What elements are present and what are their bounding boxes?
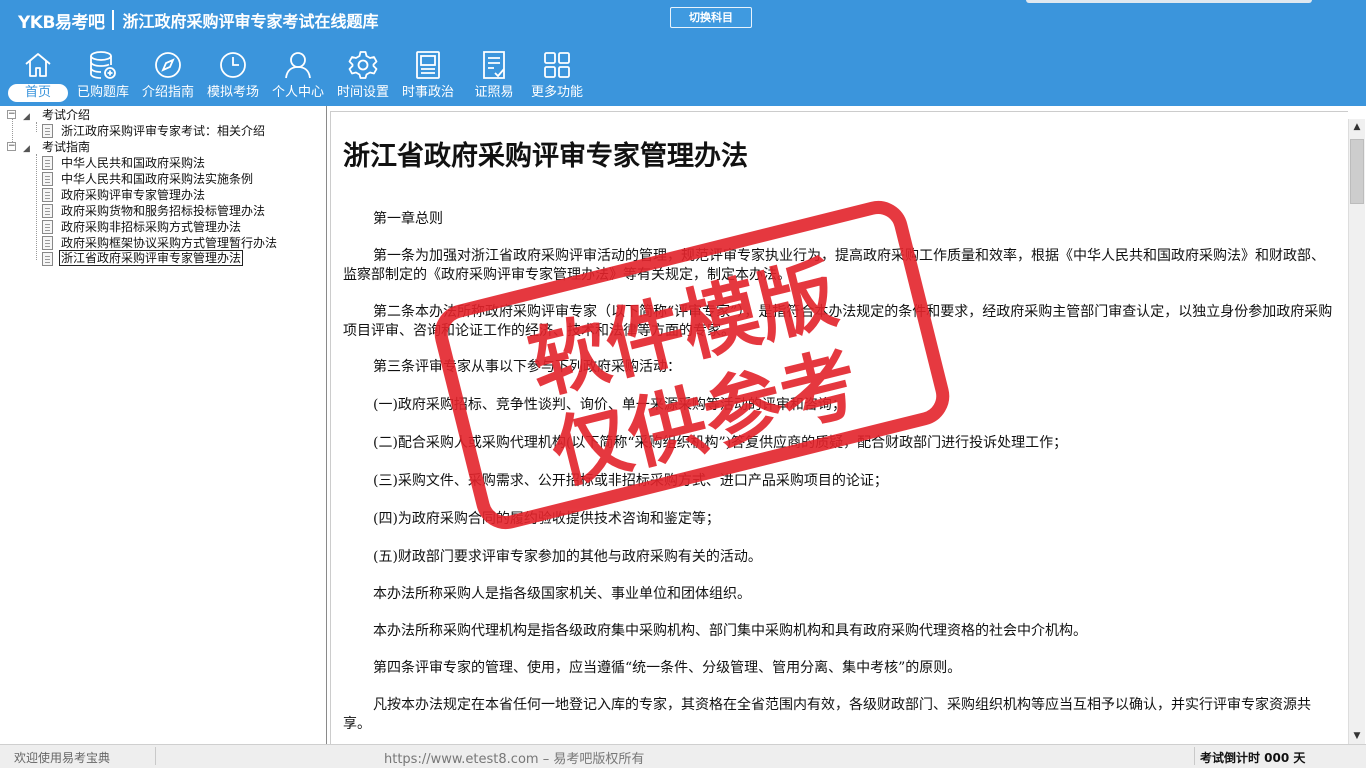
tree-item-label: 浙江省政府采购评审专家管理办法 bbox=[59, 250, 244, 266]
collapse-icon[interactable]: − bbox=[7, 110, 16, 119]
nav-time-settings-label: 时间设置 bbox=[336, 85, 389, 100]
status-divider bbox=[155, 747, 156, 765]
tree-item-label: 政府采购评审专家管理办法 bbox=[61, 188, 206, 202]
document-paragraph: 凡按本办法规定在本省任何一地登记入库的专家，其资格在全省范围内有效，各级财政部门… bbox=[343, 697, 1311, 732]
nav-current-affairs[interactable]: 时事政治 bbox=[396, 46, 460, 104]
nav-profile[interactable]: 个人中心 bbox=[266, 46, 330, 104]
gear-icon bbox=[347, 49, 379, 81]
scroll-thumb[interactable] bbox=[1350, 139, 1364, 204]
tree-item-label: 中华人民共和国政府采购法 bbox=[61, 156, 206, 170]
tree-item-label: 浙江政府采购评审专家考试：相关介绍 bbox=[61, 124, 266, 138]
nav-profile-label: 个人中心 bbox=[271, 85, 324, 100]
tree-group-exam-intro[interactable]: − ◢ 考试介绍 bbox=[0, 107, 320, 123]
document-icon bbox=[42, 172, 53, 186]
tree-item-selected[interactable]: 浙江省政府采购评审专家管理办法 bbox=[0, 250, 320, 267]
tree-item[interactable]: 中华人民共和国政府采购法 bbox=[0, 155, 320, 171]
checklist-icon bbox=[478, 49, 510, 81]
app-title: 浙江政府采购评审专家考试在线题库 bbox=[122, 12, 379, 31]
chapter-tree: − ◢ 考试介绍 浙江政府采购评审专家考试：相关介绍 − ◢ 考试指南 中华人民… bbox=[0, 106, 327, 744]
document-paragraph: 本办法所称采购人是指各级国家机关、事业单位和团体组织。 bbox=[373, 586, 751, 602]
document-scrollbar[interactable]: ▲ ▼ bbox=[1348, 119, 1365, 744]
document-icon bbox=[42, 252, 53, 266]
nav-time-settings[interactable]: 时间设置 bbox=[331, 46, 395, 104]
scroll-down-icon[interactable]: ▼ bbox=[1349, 728, 1365, 744]
tree-item[interactable]: 中华人民共和国政府采购法实施条例 bbox=[0, 171, 320, 187]
tree-group-exam-guide[interactable]: − ◢ 考试指南 bbox=[0, 139, 320, 155]
exam-countdown: 考试倒计时 000 天 bbox=[1200, 751, 1306, 765]
main-nav: 首页 已购题库 介绍指南 模拟考场 个人中心 时间设置 时事政治 证照易 更多功… bbox=[0, 46, 640, 104]
document-paragraph: 本办法所称采购代理机构是指各级政府集中采购机构、部门集中采购机构和具有政府采购代… bbox=[373, 623, 1087, 639]
document-icon bbox=[42, 204, 53, 218]
nav-purchased-banks[interactable]: 已购题库 bbox=[70, 46, 136, 104]
status-bar: 欢迎使用易考宝典 https://www.etest8.com – 易考吧版权所… bbox=[0, 744, 1366, 768]
brand-divider bbox=[112, 10, 115, 30]
document-icon bbox=[42, 124, 53, 138]
news-icon bbox=[412, 49, 444, 81]
document-paragraph: 第四条评审专家的管理、使用，应当遵循“统一条件、分级管理、管用分离、集中考核”的… bbox=[373, 660, 962, 676]
document-title: 浙江省政府采购评审专家管理办法 bbox=[343, 141, 748, 172]
window-decoration bbox=[1026, 0, 1312, 3]
tree-item[interactable]: 浙江政府采购评审专家考试：相关介绍 bbox=[0, 123, 320, 139]
tree-item-label: 中华人民共和国政府采购法实施条例 bbox=[61, 172, 254, 186]
nav-purchased-banks-label: 已购题库 bbox=[76, 85, 129, 100]
nav-guide[interactable]: 介绍指南 bbox=[136, 46, 200, 104]
tree-item[interactable]: 政府采购非招标采购方式管理办法 bbox=[0, 219, 320, 235]
tree-item-label: 政府采购框架协议采购方式管理暂行办法 bbox=[61, 236, 278, 250]
collapse-icon[interactable]: − bbox=[7, 142, 16, 151]
nav-home[interactable]: 首页 bbox=[0, 46, 76, 104]
status-welcome: 欢迎使用易考宝典 bbox=[14, 751, 111, 765]
nav-mock-exam-label: 模拟考场 bbox=[206, 85, 259, 100]
nav-certificate[interactable]: 证照易 bbox=[462, 46, 526, 104]
nav-guide-label: 介绍指南 bbox=[141, 85, 194, 100]
top-bar: YKB易考吧 浙江政府采购评审专家考试在线题库 切换科目 首页 已购题库 介绍指… bbox=[0, 0, 1366, 106]
tree-item[interactable]: 政府采购货物和服务招标投标管理办法 bbox=[0, 203, 320, 219]
user-icon bbox=[282, 49, 314, 81]
grid-icon bbox=[541, 49, 573, 81]
home-icon bbox=[22, 49, 54, 81]
app-logo: YKB易考吧 bbox=[18, 12, 105, 33]
switch-subject-button[interactable]: 切换科目 bbox=[670, 7, 752, 28]
tree-group-label: 考试指南 bbox=[42, 140, 91, 154]
tree-item-label: 政府采购货物和服务招标投标管理办法 bbox=[61, 204, 266, 218]
brand: YKB易考吧 浙江政府采购评审专家考试在线题库 bbox=[18, 9, 379, 33]
nav-home-label: 首页 bbox=[8, 84, 68, 102]
document-icon bbox=[42, 156, 53, 170]
document-icon bbox=[42, 188, 53, 202]
document-icon bbox=[42, 220, 53, 234]
document-icon bbox=[42, 236, 53, 250]
scroll-up-icon[interactable]: ▲ bbox=[1349, 119, 1365, 135]
database-icon bbox=[87, 49, 119, 81]
tree-item-label: 政府采购非招标采购方式管理办法 bbox=[61, 220, 242, 234]
tree-item[interactable]: 政府采购框架协议采购方式管理暂行办法 bbox=[0, 235, 320, 251]
nav-certificate-label: 证照易 bbox=[474, 85, 514, 100]
nav-more[interactable]: 更多功能 bbox=[525, 46, 589, 104]
document-paragraph: (五)财政部门要求评审专家参加的其他与政府采购有关的活动。 bbox=[373, 549, 762, 565]
nav-more-label: 更多功能 bbox=[530, 85, 583, 100]
clock-icon bbox=[217, 49, 249, 81]
status-copyright: https://www.etest8.com – 易考吧版权所有 bbox=[384, 752, 645, 767]
nav-mock-exam[interactable]: 模拟考场 bbox=[201, 46, 265, 104]
status-divider bbox=[1194, 747, 1195, 765]
compass-icon bbox=[152, 49, 184, 81]
tree-item[interactable]: 政府采购评审专家管理办法 bbox=[0, 187, 320, 203]
nav-current-affairs-label: 时事政治 bbox=[401, 85, 454, 100]
tree-group-label: 考试介绍 bbox=[42, 108, 91, 122]
